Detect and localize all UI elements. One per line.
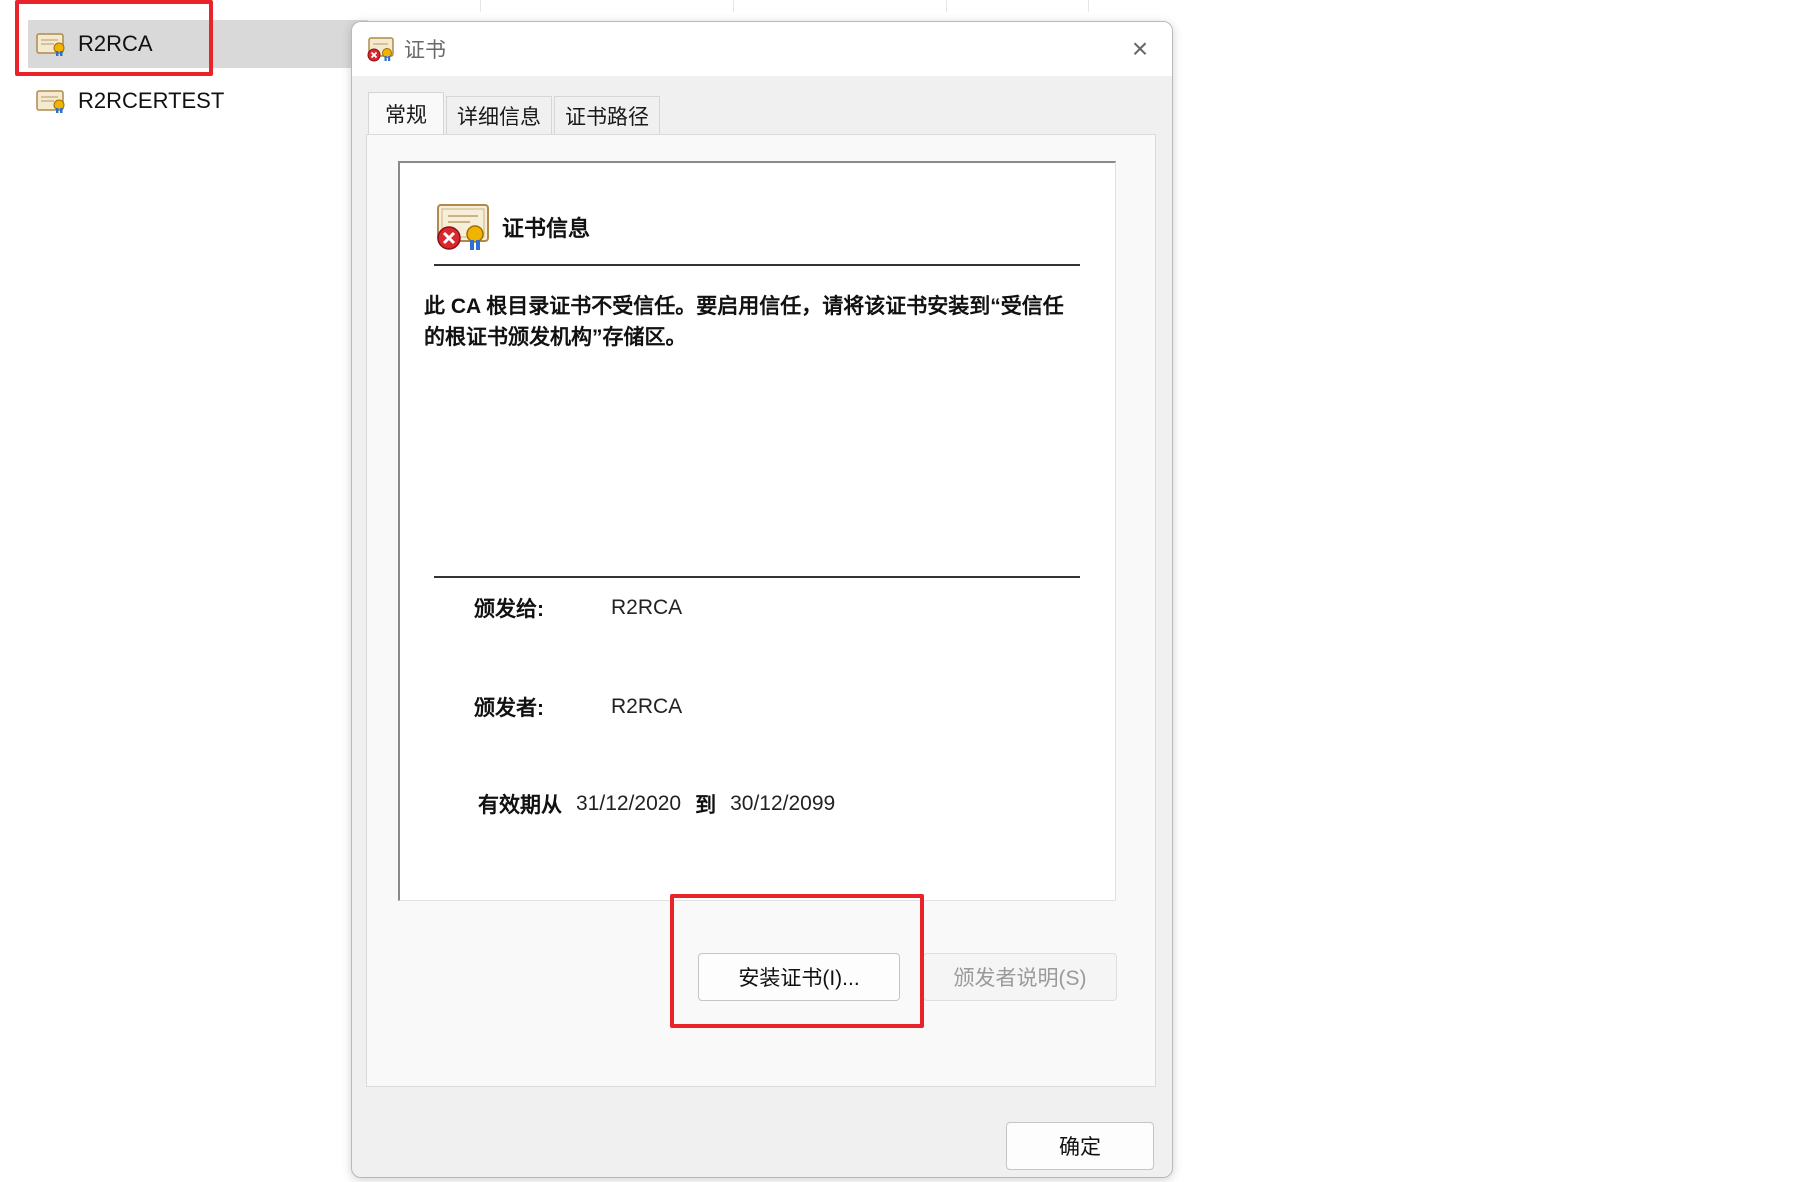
valid-to-label: 到: [695, 794, 717, 817]
validity-row: 有效期从 31/12/2020 到 30/12/2099: [478, 789, 849, 819]
list-item-label: R2RCERTEST: [78, 88, 225, 113]
issuer-statement-button[interactable]: 颁发者说明(S): [923, 953, 1117, 1001]
valid-from-value: 31/12/2020: [576, 792, 682, 815]
issued-by-row: 颁发者: R2RCA: [474, 692, 682, 722]
tab-details[interactable]: 详细信息: [446, 96, 552, 134]
list-item-r2rca[interactable]: R2RCA: [28, 20, 368, 68]
certificate-icon: [36, 88, 68, 114]
valid-to-value: 30/12/2099: [730, 792, 836, 815]
certificate-info-box: 证书信息 此 CA 根目录证书不受信任。要启用信任，请将该证书安装到“受信任的根…: [398, 161, 1116, 901]
issued-to-row: 颁发给: R2RCA: [474, 593, 682, 623]
certificate-dialog: 证书 × 常规 详细信息 证书路径 证书信息 此 CA 根目录证书不受信任。要启…: [351, 21, 1173, 1178]
column-separator: [946, 0, 947, 12]
trust-warning-text: 此 CA 根目录证书不受信任。要启用信任，请将该证书安装到“受信任的根证书颁发机…: [424, 295, 1064, 349]
valid-from-label: 有效期从: [478, 794, 562, 817]
info-title: 证书信息: [502, 216, 591, 241]
column-separator: [733, 0, 734, 12]
install-certificate-button[interactable]: 安装证书(I)...: [698, 953, 900, 1001]
certificate-error-icon: [434, 203, 492, 251]
column-separator: [1088, 0, 1089, 12]
info-header: 证书信息: [434, 203, 590, 251]
general-tab-panel: 证书信息 此 CA 根目录证书不受信任。要启用信任，请将该证书安装到“受信任的根…: [366, 134, 1156, 1087]
divider: [434, 264, 1080, 266]
tab-bar: 常规 详细信息 证书路径: [368, 92, 662, 134]
issued-by-label: 颁发者:: [474, 697, 544, 720]
certificate-icon: [36, 31, 68, 57]
list-item-r2rcertest[interactable]: R2RCERTEST: [28, 77, 224, 125]
close-icon: ×: [1131, 33, 1149, 64]
dialog-titlebar: 证书 ×: [352, 22, 1172, 76]
column-separator: [480, 0, 481, 12]
dialog-title: 证书: [404, 39, 446, 62]
issued-to-label: 颁发给:: [474, 598, 544, 621]
certificate-error-icon: [366, 36, 396, 62]
issued-by-value: R2RCA: [611, 695, 683, 718]
ok-button[interactable]: 确定: [1006, 1122, 1154, 1170]
issued-to-value: R2RCA: [611, 596, 683, 619]
divider: [434, 576, 1080, 578]
tab-certification-path[interactable]: 证书路径: [554, 96, 660, 134]
list-item-label: R2RCA: [78, 31, 153, 56]
tab-general[interactable]: 常规: [368, 92, 444, 134]
close-button[interactable]: ×: [1122, 31, 1158, 67]
